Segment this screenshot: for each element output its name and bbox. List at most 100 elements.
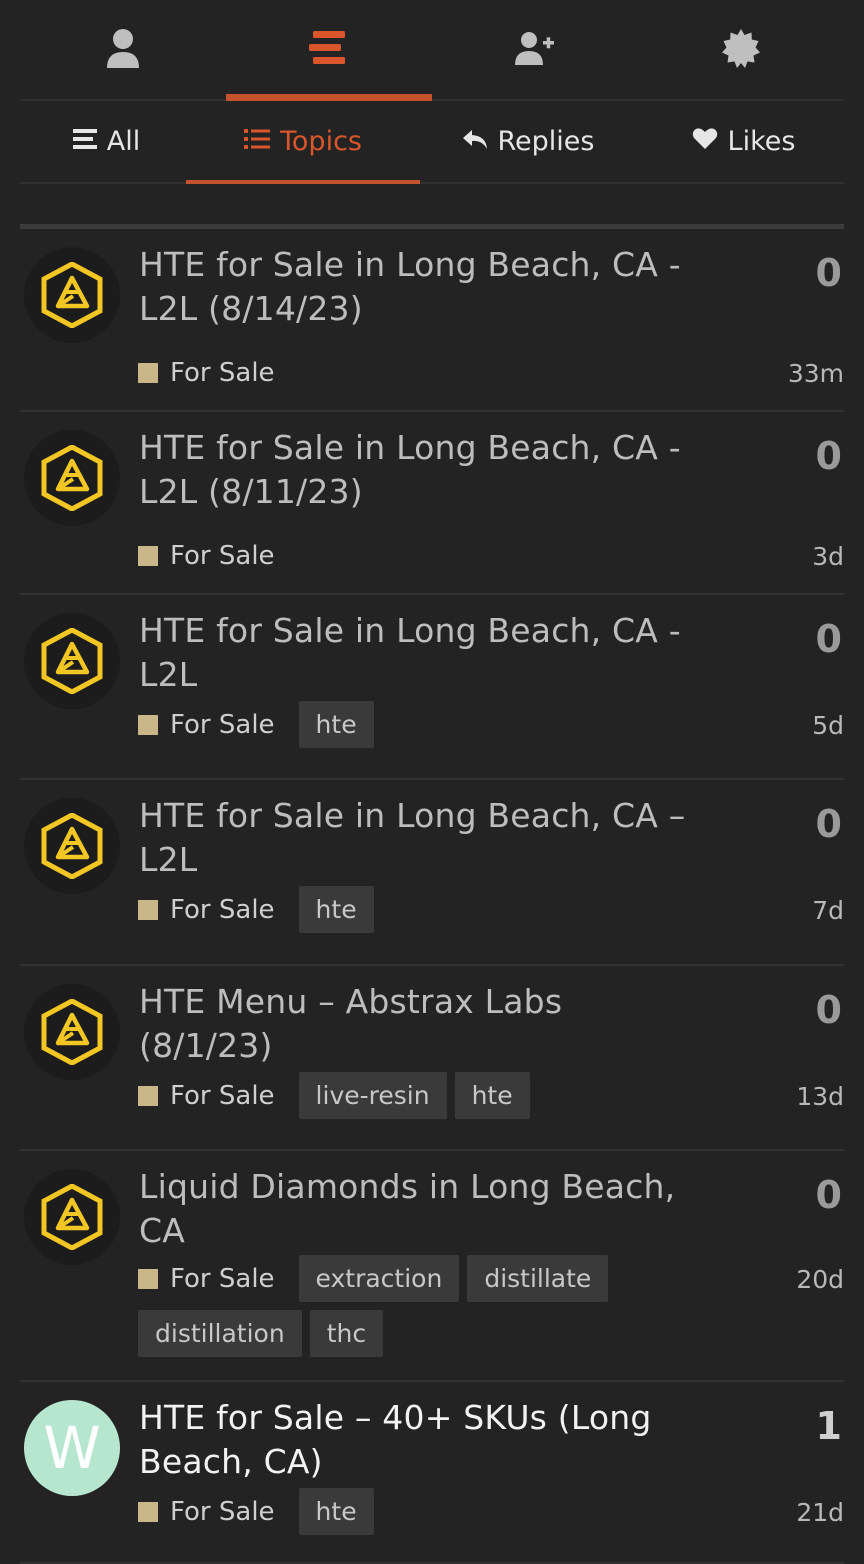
topic-tag[interactable]: hte <box>298 886 374 933</box>
category-label: For Sale <box>170 894 275 925</box>
topic-title[interactable]: HTE Menu – Abstrax Labs (8/1/23) <box>139 980 699 1068</box>
category-label: For Sale <box>170 1080 275 1111</box>
heart-icon <box>692 126 718 157</box>
avatar[interactable]: W <box>24 1400 120 1496</box>
topic-meta: For Sale <box>138 532 760 579</box>
hex-logo-icon <box>40 262 104 328</box>
hex-logo-icon <box>40 628 104 694</box>
avatar[interactable] <box>24 613 120 709</box>
topic-tag[interactable]: hte <box>454 1072 530 1119</box>
reply-count[interactable]: 0 <box>816 617 842 661</box>
reply-count[interactable]: 0 <box>816 1173 842 1217</box>
topic-meta: For Sale hte <box>138 1488 760 1535</box>
user-icon <box>105 28 141 72</box>
category-label: For Sale <box>170 1263 275 1294</box>
category-link[interactable]: For Sale <box>138 532 275 579</box>
activity-filter-tabs: All Topics Replies Likes <box>20 101 844 184</box>
avatar[interactable] <box>24 798 120 894</box>
topic-row[interactable]: HTE for Sale in Long Beach, CA – L2L 0 For… <box>20 780 844 966</box>
topic-tag[interactable]: hte <box>298 701 374 748</box>
tab-replies-label: Replies <box>497 126 595 157</box>
topic-tag[interactable]: live-resin <box>298 1072 447 1119</box>
hex-logo-icon <box>40 813 104 879</box>
list-icon <box>72 126 97 157</box>
topic-title[interactable]: Liquid Diamonds in Long Beach, CA <box>139 1165 699 1253</box>
topic-tag[interactable]: distillate <box>467 1255 609 1302</box>
reply-count[interactable]: 0 <box>816 988 842 1032</box>
category-link[interactable]: For Sale <box>138 1488 275 1535</box>
topic-list: HTE for Sale in Long Beach, CA - L2L (8/… <box>20 229 844 1564</box>
avatar[interactable] <box>24 430 120 526</box>
user-plus-icon <box>515 31 555 69</box>
topic-row[interactable]: HTE for Sale in Long Beach, CA - L2L 0 For… <box>20 595 844 780</box>
topic-tag[interactable]: hte <box>298 1488 374 1535</box>
list-ul-icon <box>244 126 270 157</box>
topic-title[interactable]: HTE for Sale – 40+ SKUs (Long Beach, CA) <box>139 1396 699 1484</box>
reply-count[interactable]: 0 <box>816 251 842 295</box>
nav-summary[interactable] <box>20 0 226 99</box>
topic-age[interactable]: 7d <box>812 896 844 925</box>
category-link[interactable]: For Sale <box>138 886 275 933</box>
nav-invites[interactable] <box>432 0 638 99</box>
tab-likes[interactable]: Likes <box>643 101 844 182</box>
hex-logo-icon <box>40 999 104 1065</box>
topic-meta: For Sale <box>138 349 760 396</box>
avatar[interactable] <box>24 247 120 343</box>
topic-age[interactable]: 13d <box>796 1082 844 1111</box>
topic-age[interactable]: 5d <box>812 711 844 740</box>
user-nav <box>20 0 844 101</box>
tab-likes-label: Likes <box>727 126 796 157</box>
category-swatch <box>138 899 158 920</box>
topic-row[interactable]: HTE for Sale in Long Beach, CA - L2L (8/… <box>20 229 844 412</box>
topic-row[interactable]: Liquid Diamonds in Long Beach, CA 0 For Sa… <box>20 1151 844 1382</box>
hex-logo-icon <box>40 1184 104 1250</box>
category-swatch <box>138 362 158 383</box>
topic-meta: For Sale hte <box>138 701 760 748</box>
category-swatch <box>138 1268 158 1289</box>
category-swatch <box>138 545 158 566</box>
topic-title[interactable]: HTE for Sale in Long Beach, CA - L2L <box>139 609 699 697</box>
topic-age[interactable]: 33m <box>788 359 844 388</box>
badge-icon <box>721 28 761 72</box>
stream-icon <box>309 29 349 71</box>
category-link[interactable]: For Sale <box>138 349 275 396</box>
topic-row[interactable]: HTE for Sale in Long Beach, CA - L2L (8/… <box>20 412 844 595</box>
category-label: For Sale <box>170 1496 275 1527</box>
tab-topics[interactable]: Topics <box>186 101 420 184</box>
topic-age[interactable]: 20d <box>796 1265 844 1294</box>
tab-all-label: All <box>106 126 141 157</box>
reply-count[interactable]: 0 <box>816 434 842 478</box>
category-link[interactable]: For Sale <box>138 1072 275 1119</box>
avatar[interactable] <box>24 1169 120 1265</box>
topic-title[interactable]: HTE for Sale in Long Beach, CA - L2L (8/… <box>139 243 699 331</box>
nav-activity[interactable] <box>226 0 432 101</box>
topic-row[interactable]: HTE Menu – Abstrax Labs (8/1/23) 0 For Sal… <box>20 966 844 1151</box>
tab-replies[interactable]: Replies <box>413 101 643 182</box>
avatar-letter: W <box>43 1414 101 1482</box>
topic-age[interactable]: 21d <box>796 1498 844 1527</box>
category-label: For Sale <box>170 357 275 388</box>
topic-row[interactable]: W HTE for Sale – 40+ SKUs (Long Beach, CA… <box>20 1382 844 1564</box>
category-link[interactable]: For Sale <box>138 701 275 748</box>
category-link[interactable]: For Sale <box>138 1255 275 1302</box>
category-swatch <box>138 1085 158 1106</box>
reply-icon <box>462 126 488 157</box>
topic-tag[interactable]: extraction <box>298 1255 460 1302</box>
category-swatch <box>138 714 158 735</box>
nav-badges[interactable] <box>638 0 844 99</box>
topic-age[interactable]: 3d <box>812 542 844 571</box>
avatar[interactable] <box>24 984 120 1080</box>
reply-count[interactable]: 0 <box>816 802 842 846</box>
topic-meta: For Sale hte <box>138 886 760 933</box>
category-label: For Sale <box>170 540 275 571</box>
reply-count[interactable]: 1 <box>816 1404 842 1448</box>
topic-title[interactable]: HTE for Sale in Long Beach, CA – L2L <box>139 794 699 882</box>
tab-topics-label: Topics <box>280 126 362 157</box>
hex-logo-icon <box>40 445 104 511</box>
topic-title[interactable]: HTE for Sale in Long Beach, CA - L2L (8/… <box>139 426 699 514</box>
topic-tag[interactable]: distillation <box>138 1310 302 1357</box>
category-swatch <box>138 1501 158 1522</box>
topic-meta: For Sale extraction distillate distillation… <box>138 1255 760 1357</box>
tab-all[interactable]: All <box>20 101 193 182</box>
topic-tag[interactable]: thc <box>309 1310 384 1357</box>
